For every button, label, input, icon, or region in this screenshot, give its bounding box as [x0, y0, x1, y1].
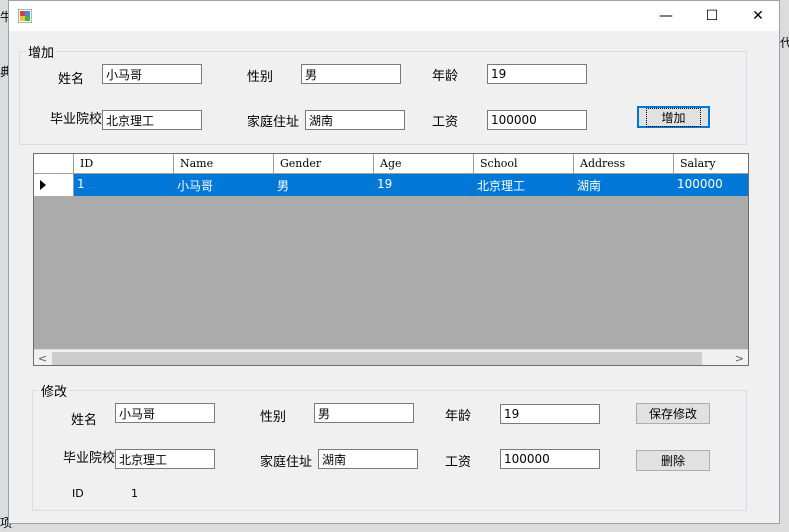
- add-salary-label: 工资: [432, 115, 459, 130]
- scroll-left-icon[interactable]: <: [34, 350, 51, 365]
- cell-salary[interactable]: 100000: [674, 174, 748, 196]
- column-header-salary[interactable]: Salary: [674, 154, 748, 174]
- grid-header: ID Name Gender Age School Address Salary: [34, 154, 748, 174]
- add-address-label: 家庭住址: [247, 115, 300, 130]
- cell-id[interactable]: 1: [74, 174, 174, 196]
- add-name-input[interactable]: [102, 64, 202, 84]
- maximize-button[interactable]: ☐: [689, 1, 735, 31]
- row-header[interactable]: [34, 174, 74, 196]
- main-window: — ☐ ✕ 增加 姓名 性别 年龄 毕业院校 家庭住址 工资 增加 ID Nam…: [8, 0, 780, 524]
- cell-address[interactable]: 湖南: [574, 174, 674, 196]
- add-group-title: 增加: [26, 42, 57, 61]
- edit-age-label: 年龄: [445, 409, 472, 424]
- cell-gender[interactable]: 男: [274, 174, 374, 196]
- grid-corner: [34, 154, 74, 174]
- id-label: ID: [72, 487, 84, 500]
- background-text: 代: [780, 36, 789, 50]
- app-icon: [18, 9, 32, 23]
- horizontal-scrollbar[interactable]: < >: [34, 349, 748, 365]
- add-gender-label: 性别: [247, 70, 274, 85]
- column-header-address[interactable]: Address: [574, 154, 674, 174]
- add-age-label: 年龄: [432, 69, 459, 84]
- delete-button[interactable]: 删除: [636, 450, 710, 471]
- edit-name-label: 姓名: [71, 413, 98, 428]
- add-age-input[interactable]: [487, 64, 587, 84]
- close-icon: ✕: [752, 8, 764, 24]
- title-bar: — ☐ ✕: [9, 1, 779, 31]
- column-header-gender[interactable]: Gender: [274, 154, 374, 174]
- edit-salary-label: 工资: [445, 455, 472, 470]
- edit-salary-input[interactable]: [500, 449, 600, 469]
- edit-name-input[interactable]: [115, 403, 215, 423]
- add-school-input[interactable]: [102, 110, 202, 130]
- edit-age-input[interactable]: [500, 404, 600, 424]
- close-button[interactable]: ✕: [735, 1, 781, 31]
- add-salary-input[interactable]: [487, 110, 587, 130]
- column-header-school[interactable]: School: [474, 154, 574, 174]
- column-header-id[interactable]: ID: [74, 154, 174, 174]
- add-gender-input[interactable]: [301, 64, 401, 84]
- minimize-icon: —: [659, 8, 673, 24]
- column-header-age[interactable]: Age: [374, 154, 474, 174]
- table-row[interactable]: 1 小马哥 男 19 北京理工 湖南 100000: [34, 174, 748, 196]
- minimize-button[interactable]: —: [643, 1, 689, 31]
- edit-group-title: 修改: [39, 381, 70, 400]
- edit-school-input[interactable]: [115, 449, 215, 469]
- save-button[interactable]: 保存修改: [636, 403, 710, 424]
- add-button[interactable]: 增加: [637, 106, 710, 128]
- add-address-input[interactable]: [305, 110, 405, 130]
- scrollbar-thumb[interactable]: [52, 352, 702, 365]
- current-row-icon: [40, 180, 46, 190]
- edit-address-input[interactable]: [318, 449, 418, 469]
- edit-gender-input[interactable]: [314, 403, 414, 423]
- maximize-icon: ☐: [705, 8, 719, 24]
- scroll-right-icon[interactable]: >: [731, 350, 748, 365]
- edit-gender-label: 性别: [260, 410, 287, 425]
- cell-age[interactable]: 19: [374, 174, 474, 196]
- add-name-label: 姓名: [58, 72, 85, 87]
- cell-school[interactable]: 北京理工: [474, 174, 574, 196]
- column-header-name[interactable]: Name: [174, 154, 274, 174]
- add-school-label: 毕业院校: [50, 112, 103, 127]
- edit-school-label: 毕业院校: [63, 451, 116, 466]
- data-grid[interactable]: ID Name Gender Age School Address Salary…: [33, 153, 749, 366]
- cell-name[interactable]: 小马哥: [174, 174, 274, 196]
- id-value: 1: [131, 487, 138, 500]
- edit-address-label: 家庭住址: [260, 455, 313, 470]
- add-button-label: 增加: [646, 107, 701, 127]
